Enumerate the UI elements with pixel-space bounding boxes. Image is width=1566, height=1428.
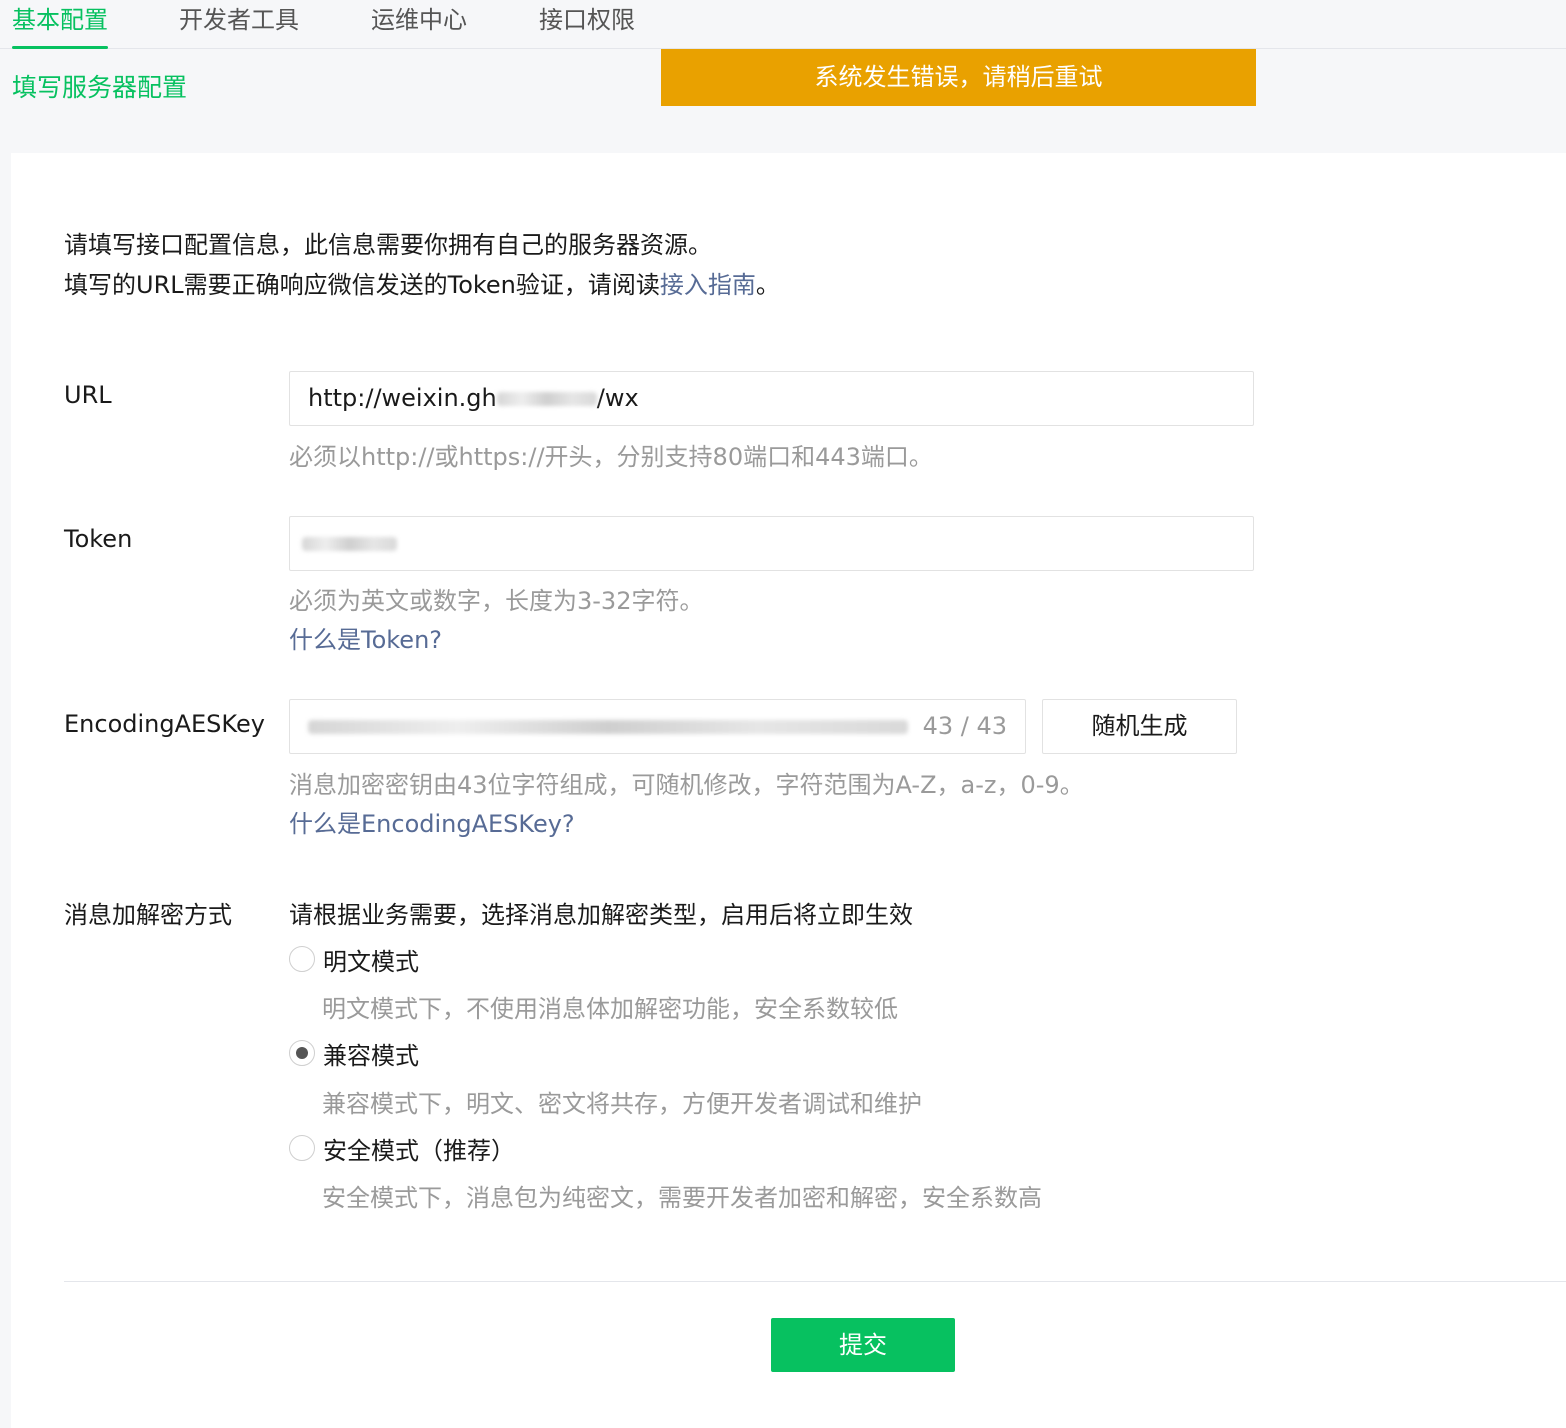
token-hint: 必须为英文或数字，长度为3-32字符。 <box>289 587 704 615</box>
char-counter: 43 / 43 <box>922 712 1007 740</box>
encryption-description: 请根据业务需要，选择消息加解密类型，启用后将立即生效 <box>289 901 913 929</box>
config-card: 请填写接口配置信息，此信息需要你拥有自己的服务器资源。 填写的URL需要正确响应… <box>11 153 1566 1428</box>
top-tab-bar: 基本配置 开发者工具 运维中心 接口权限 <box>0 0 1566 49</box>
tab-developer-tools[interactable]: 开发者工具 <box>179 2 299 48</box>
redacted-blur <box>308 720 908 734</box>
access-guide-link[interactable]: 接入指南 <box>660 271 756 299</box>
radio-button-checked[interactable] <box>289 1040 315 1066</box>
radio-desc-plaintext: 明文模式下，不使用消息体加解密功能，安全系数较低 <box>322 995 898 1023</box>
divider <box>64 1281 1566 1282</box>
radio-label: 明文模式 <box>323 947 419 976</box>
radio-button[interactable] <box>289 946 315 972</box>
redacted-blur <box>496 392 597 406</box>
url-label: URL <box>64 381 112 409</box>
error-toast: 系统发生错误，请稍后重试 <box>661 49 1256 106</box>
radio-label: 安全模式（推荐） <box>323 1136 515 1165</box>
what-is-token-link[interactable]: 什么是Token? <box>289 620 442 655</box>
tab-basic-config[interactable]: 基本配置 <box>12 2 108 49</box>
url-input[interactable]: http://weixin.gh/wx <box>289 371 1254 426</box>
intro-line-1: 请填写接口配置信息，此信息需要你拥有自己的服务器资源。 <box>64 231 712 259</box>
token-label: Token <box>64 525 133 553</box>
radio-label: 兼容模式 <box>323 1041 419 1070</box>
random-generate-button[interactable]: 随机生成 <box>1042 699 1237 754</box>
redacted-blur <box>302 537 397 551</box>
section-title: 填写服务器配置 <box>12 73 188 102</box>
what-is-aeskey-link[interactable]: 什么是EncodingAESKey? <box>289 804 575 839</box>
radio-desc-compatible: 兼容模式下，明文、密文将共存，方便开发者调试和维护 <box>322 1090 922 1118</box>
aeskey-label: EncodingAESKey <box>64 710 265 738</box>
radio-button[interactable] <box>289 1135 315 1161</box>
radio-plaintext-mode[interactable]: 明文模式 <box>289 941 419 977</box>
url-value-suffix: /wx <box>596 384 639 412</box>
aeskey-hint: 消息加密密钥由43位字符组成，可随机修改，字符范围为A-Z，a-z，0-9。 <box>289 771 1084 799</box>
aeskey-input[interactable]: 43 / 43 <box>289 699 1026 754</box>
encryption-label: 消息加解密方式 <box>64 901 232 929</box>
intro-line-2: 填写的URL需要正确响应微信发送的Token验证，请阅读接入指南。 <box>64 265 780 305</box>
radio-secure-mode[interactable]: 安全模式（推荐） <box>289 1130 515 1166</box>
token-input[interactable] <box>289 516 1254 571</box>
radio-desc-secure: 安全模式下，消息包为纯密文，需要开发者加密和解密，安全系数高 <box>322 1184 1042 1212</box>
intro-line-2-prefix: 填写的URL需要正确响应微信发送的Token验证，请阅读 <box>64 271 660 299</box>
url-value-prefix: http://weixin.gh <box>308 384 497 412</box>
submit-button[interactable]: 提交 <box>771 1318 955 1372</box>
tab-ops-center[interactable]: 运维中心 <box>371 2 467 48</box>
intro-text: 请填写接口配置信息，此信息需要你拥有自己的服务器资源。 填写的URL需要正确响应… <box>64 225 780 305</box>
intro-line-2-suffix: 。 <box>755 271 780 299</box>
radio-compatible-mode[interactable]: 兼容模式 <box>289 1035 419 1071</box>
tab-api-permissions[interactable]: 接口权限 <box>539 2 635 48</box>
url-hint: 必须以http://或https://开头，分别支持80端口和443端口。 <box>289 443 933 471</box>
